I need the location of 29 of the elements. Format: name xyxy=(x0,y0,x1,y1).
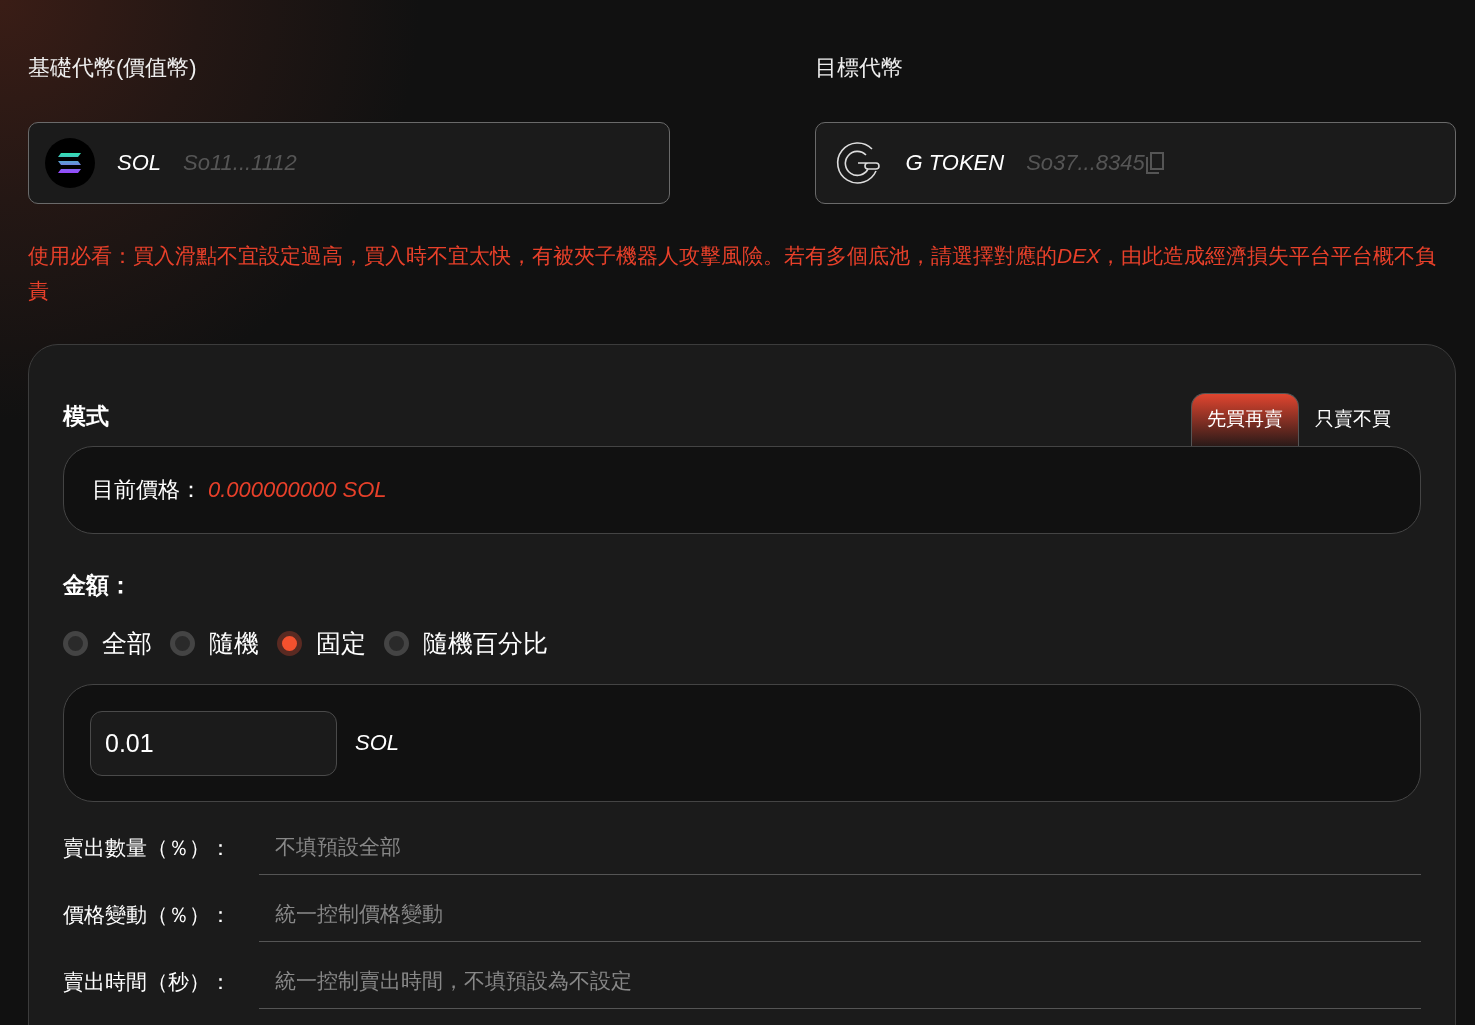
sol-logo-icon xyxy=(45,138,95,188)
token-selector[interactable]: SOL So11...1112 xyxy=(28,122,670,204)
token-symbol: SOL xyxy=(117,150,162,176)
price-label: 目前價格： xyxy=(92,476,202,504)
copy-icon[interactable] xyxy=(1144,151,1165,175)
token-address: So37...8345 xyxy=(1026,150,1145,176)
token-selector[interactable]: G TOKEN So37...8345 xyxy=(814,122,1456,204)
amount-option[interactable]: 全部 xyxy=(63,627,152,660)
input-field[interactable]: 統一控制價格變動 xyxy=(259,887,1421,942)
amount-option[interactable]: 隨機 xyxy=(170,627,259,660)
amount-input[interactable]: 0.01 xyxy=(90,710,337,776)
field-label: 目標代幣 xyxy=(814,54,904,82)
field-label: 價格變動（％）： xyxy=(63,901,232,928)
amount-option[interactable]: 固定 xyxy=(277,627,366,660)
token-address: So11...1112 xyxy=(183,150,297,176)
field-label: 基礎代幣(價值幣) xyxy=(28,54,198,82)
amount-option[interactable]: 隨機百分比 xyxy=(384,627,548,660)
price-value: 0.000000000 SOL xyxy=(208,477,387,503)
mode-tab[interactable]: 只賣不買 xyxy=(1299,393,1407,446)
section-title: 模式 xyxy=(63,402,109,431)
token-symbol: G TOKEN xyxy=(905,150,1005,176)
input-field[interactable]: 統一控制賣出時間，不填預設為不設定 xyxy=(259,954,1421,1009)
mode-tab[interactable]: 先買再賣 xyxy=(1191,393,1299,446)
unit-label: SOL xyxy=(355,730,400,756)
field-label: 賣出時間（秒）： xyxy=(63,968,232,995)
warning-text: 使用必看：買入滑點不宜設定過高，買入時不宜太快，有被夾子機器人攻擊風險。若有多個底池，請選擇對應的DEX，由此造成經濟損失平台平台概不負責 xyxy=(28,243,1438,304)
input-field[interactable]: 不填預設全部 xyxy=(259,820,1421,875)
field-label: 賣出數量（％）： xyxy=(63,834,232,861)
section-title: 金額： xyxy=(63,571,133,600)
